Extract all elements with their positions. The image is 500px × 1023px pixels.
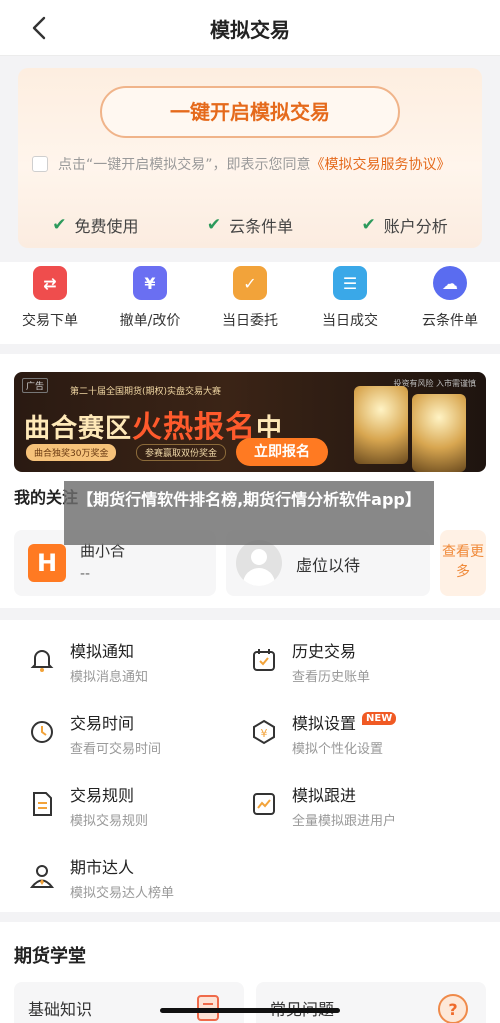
new-badge: NEW [362, 712, 397, 725]
trend-chart-icon [253, 793, 275, 815]
expert-icon [29, 865, 55, 888]
tool-trade-rules[interactable]: 交易规则 模拟交易规则 [28, 782, 258, 836]
trophy-icon [354, 386, 408, 464]
page-title: 模拟交易 [210, 18, 290, 42]
follow-value: -- [80, 566, 91, 582]
cancel-price-icon: ¥ [133, 266, 167, 300]
quick-actions: ⇄ 交易下单 ¥ 撤单/改价 ✓ 当日委托 ☰ 当日成交 ☁ 云条件单 [0, 262, 500, 344]
trophy-icon [412, 394, 466, 472]
banner-title-hot: 火热报名 [132, 410, 257, 445]
tool-desc: 全量模拟跟进用户 [292, 814, 397, 829]
banner-subtitle: 第二十届全国期货(期权)实盘交易大赛 [70, 387, 222, 397]
deal-icon: ☰ [333, 266, 367, 300]
tool-name: 模拟跟进 [292, 786, 357, 805]
calendar-icon [253, 649, 275, 671]
tool-trade-time[interactable]: 交易时间 查看可交易时间 [28, 710, 258, 764]
settings-icon: ¥ [253, 719, 275, 745]
quick-action-deal[interactable]: ☰ 当日成交 [300, 262, 400, 344]
rules-doc-icon [33, 792, 52, 816]
tool-desc: 模拟交易达人榜单 [70, 886, 175, 901]
feature-label: 云条件单 [229, 217, 294, 236]
feature-cloud-order: ✔ 云条件单 [207, 213, 293, 237]
tool-sim-notice[interactable]: 模拟通知 模拟消息通知 [28, 638, 258, 692]
basic-knowledge-card[interactable]: 基础知识 [14, 982, 244, 1023]
nav-header: 模拟交易 [0, 0, 500, 56]
check-icon: ✔ [206, 215, 222, 235]
agreement-text: 点击“一键开启模拟交易”，即表示您同意 [58, 157, 311, 173]
feature-free: ✔ 免费使用 [52, 213, 138, 237]
tool-desc: 模拟交易规则 [70, 814, 149, 829]
avatar-placeholder-icon [236, 540, 282, 586]
svg-text:?: ? [448, 1000, 457, 1019]
agree-checkbox[interactable] [32, 156, 48, 172]
quick-action-entrust[interactable]: ✓ 当日委托 [200, 262, 300, 344]
card-label: 基础知识 [28, 1000, 93, 1019]
tools-grid: 模拟通知 模拟消息通知 历史交易 查看历史账单 交易时间 查看可交易时间 ¥ 模… [0, 620, 500, 912]
quick-action-label: 撤单/改价 [119, 313, 181, 329]
tool-desc: 模拟消息通知 [70, 670, 149, 685]
register-now-button[interactable]: 立即报名 [236, 438, 328, 466]
clock-icon [31, 721, 53, 743]
check-icon: ✔ [361, 215, 376, 235]
quick-action-label: 当日成交 [322, 313, 378, 329]
quick-action-label: 当日委托 [222, 313, 278, 329]
tool-name: 期市达人 [70, 858, 135, 877]
feature-account-analysis: ✔ 账户分析 [362, 213, 448, 237]
feature-label: 账户分析 [383, 217, 448, 236]
check-icon: ✔ [52, 215, 67, 235]
cloud-icon: ☁ [433, 266, 467, 300]
question-icon: ? [438, 994, 468, 1023]
tool-name: 交易时间 [70, 714, 135, 733]
see-more-button[interactable]: 查看更多 [440, 530, 486, 596]
quick-action-cancel-change[interactable]: ¥ 撤单/改价 [100, 262, 200, 344]
entrust-icon: ✓ [233, 266, 267, 300]
quick-action-label: 交易下单 [22, 313, 78, 329]
tool-name: 交易规则 [70, 786, 135, 805]
start-simulation-button[interactable]: 一键开启模拟交易 [100, 86, 400, 138]
title-overlay: 【期货行情软件排名榜,期货行情分析软件app】 [64, 481, 434, 545]
ad-tag: 广告 [22, 378, 49, 393]
tool-market-expert[interactable]: 期市达人 模拟交易达人榜单 [28, 854, 258, 908]
quick-action-cloud[interactable]: ☁ 云条件单 [400, 262, 500, 344]
quxiaohe-logo-icon: H [28, 544, 66, 582]
banner-bonus-tag: 参赛赢取双份奖金 [136, 444, 227, 461]
agreement-link[interactable]: 《模拟交易服务协议》 [311, 157, 451, 173]
tool-sim-settings[interactable]: ¥ 模拟设置 NEW 模拟个性化设置 [250, 710, 480, 764]
contest-banner[interactable]: 广告 投资有风险 入市需谨慎 第二十届全国期货(期权)实盘交易大赛 曲合赛区火热… [14, 372, 486, 472]
svg-text:¥: ¥ [261, 727, 268, 740]
tool-desc: 查看可交易时间 [70, 742, 162, 757]
tool-name: 模拟通知 [70, 642, 135, 661]
quick-action-label: 云条件单 [422, 313, 478, 329]
agreement-row: 点击“一键开启模拟交易”，即表示您同意《模拟交易服务协议》 [32, 154, 468, 176]
tool-name: 模拟设置 [292, 714, 357, 733]
placeholder-label: 虚位以待 [296, 556, 361, 575]
tool-desc: 查看历史账单 [292, 670, 371, 685]
feature-label: 免费使用 [74, 217, 139, 236]
order-icon: ⇄ [33, 266, 67, 300]
promo-panel: 一键开启模拟交易 点击“一键开启模拟交易”，即表示您同意《模拟交易服务协议》 ✔… [18, 68, 482, 248]
tool-history[interactable]: 历史交易 查看历史账单 [250, 638, 480, 692]
banner-title-part: 曲合赛区 [24, 414, 133, 444]
home-indicator [160, 1008, 340, 1013]
banner-prize-tag: 曲合独奖30万奖金 [26, 444, 117, 461]
tool-name: 历史交易 [292, 642, 357, 661]
faq-card[interactable]: 常见问题 ? [256, 982, 486, 1023]
bell-icon [30, 650, 54, 672]
tool-sim-follow[interactable]: 模拟跟进 全量模拟跟进用户 [250, 782, 480, 836]
feature-list: ✔ 免费使用 ✔ 云条件单 ✔ 账户分析 [18, 210, 482, 240]
school-title: 期货学堂 [14, 946, 86, 967]
quick-action-order[interactable]: ⇄ 交易下单 [0, 262, 100, 344]
tool-desc: 模拟个性化设置 [292, 742, 384, 757]
